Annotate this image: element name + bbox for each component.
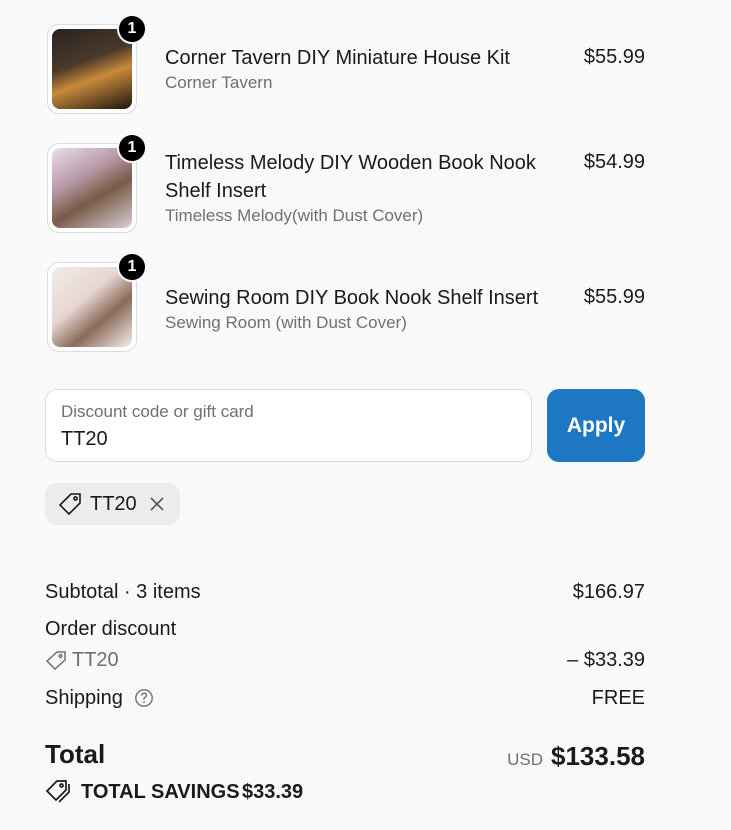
currency-code: USD: [507, 750, 544, 769]
savings-value: $33.39: [242, 781, 304, 803]
quantity-badge: 1: [117, 133, 147, 163]
savings-tags-icon: [45, 779, 73, 811]
total-row: Total USD $133.58: [45, 739, 645, 772]
line-item: 1 Sewing Room DIY Book Nook Shelf Insert…: [45, 252, 645, 354]
tag-icon: [57, 492, 83, 521]
discount-field-value[interactable]: TT20: [61, 428, 108, 451]
item-price: $55.99: [583, 286, 645, 308]
apply-button[interactable]: Apply: [547, 389, 645, 462]
total-amount-group: USD $133.58: [507, 741, 645, 772]
total-value: $133.58: [551, 741, 645, 771]
remove-code-icon[interactable]: [149, 496, 165, 517]
quantity-badge: 1: [117, 14, 147, 44]
line-item: 1 Timeless Melody DIY Wooden Book Nook S…: [45, 133, 645, 235]
item-variant: Sewing Room (with Dust Cover): [165, 313, 407, 332]
shipping-row: Shipping FREE: [45, 687, 645, 710]
quantity-badge: 1: [117, 252, 147, 282]
discount-field-label: Discount code or gift card: [61, 402, 254, 421]
order-discount-label: Order discount: [45, 618, 177, 640]
applied-code-label: TT20: [90, 493, 137, 515]
discount-amount: – $33.39: [567, 649, 645, 671]
help-icon[interactable]: [134, 688, 154, 714]
savings-label: TOTAL SAVINGS: [81, 781, 240, 803]
discount-code-text: TT20: [72, 649, 119, 671]
item-title: Sewing Room DIY Book Nook Shelf Insert: [165, 287, 539, 309]
subtotal-label: Subtotal · 3 items: [45, 581, 201, 603]
shipping-value: FREE: [591, 687, 645, 709]
discount-code-field[interactable]: Discount code or gift card TT20: [45, 389, 532, 462]
total-label: Total: [45, 739, 106, 769]
item-title: Timeless Melody DIY Wooden Book Nook She…: [165, 152, 536, 202]
shipping-label: Shipping: [45, 687, 123, 709]
subtotal-row: Subtotal · 3 items $166.97: [45, 581, 645, 604]
item-variant: Corner Tavern: [165, 73, 273, 92]
line-item: 1 Corner Tavern DIY Miniature House Kit …: [45, 14, 645, 116]
order-discount-row: Order discount: [45, 618, 645, 641]
item-price: $54.99: [583, 151, 645, 173]
item-price: $55.99: [583, 46, 645, 68]
subtotal-value: $166.97: [572, 581, 645, 603]
item-variant: Timeless Melody(with Dust Cover): [165, 206, 424, 225]
applied-discount-chip: TT20: [45, 483, 180, 525]
small-tag-icon: [45, 650, 67, 676]
item-title: Corner Tavern DIY Miniature House Kit: [165, 47, 510, 69]
